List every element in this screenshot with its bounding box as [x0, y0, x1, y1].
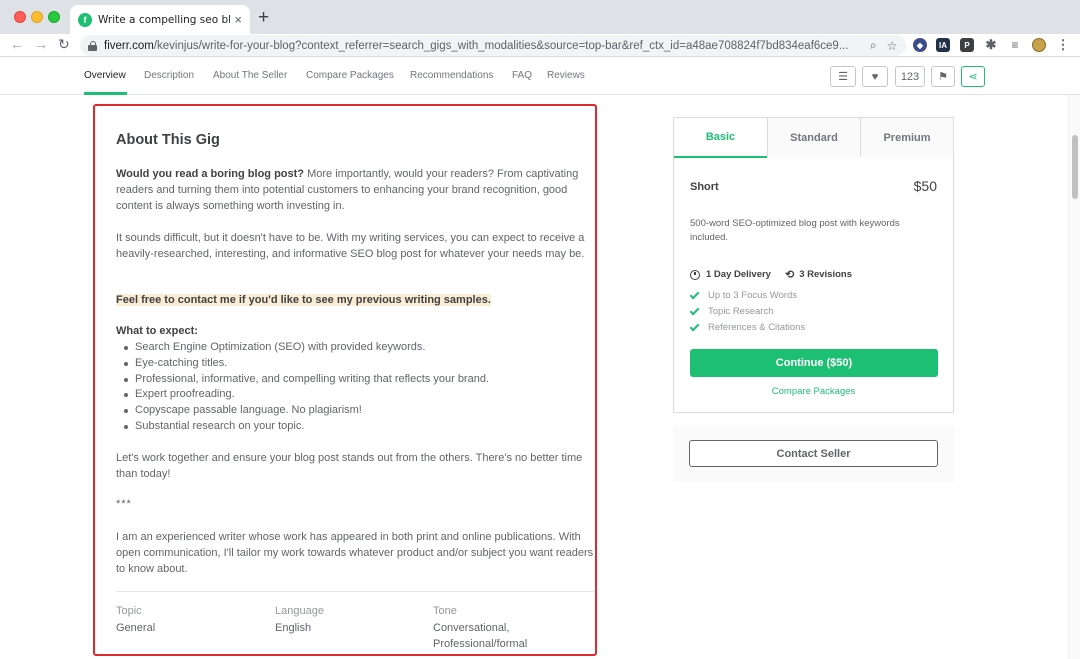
heart-icon[interactable]: ♥ [862, 66, 888, 87]
feature-item: Up to 3 Focus Words [689, 289, 797, 301]
gig-subnav: Overview Description About The Seller Co… [0, 57, 1080, 95]
list-item: Copyscape passable language. No plagiari… [124, 403, 585, 419]
contact-panel: Contact Seller [673, 427, 954, 482]
fiverr-favicon-icon: f [78, 12, 92, 27]
meta-language-label: Language [275, 605, 324, 617]
list-item: Eye-catching titles. [124, 356, 585, 372]
likes-count: 123 [895, 66, 925, 87]
tab-basic[interactable]: Basic [674, 118, 767, 158]
tab-title: Write a compelling seo blog po [98, 13, 230, 26]
highlighted-note: Feel free to contact me if you'd like to… [116, 294, 491, 306]
subnav-compare-packages[interactable]: Compare Packages [306, 70, 394, 81]
revisions-refresh-icon: ⟲ [784, 269, 795, 281]
browser-tab[interactable]: f Write a compelling seo blog po × [70, 5, 250, 34]
feature-item: References & Citations [689, 321, 805, 333]
subnav-recommendations[interactable]: Recommendations [410, 70, 493, 81]
lock-icon [88, 40, 97, 51]
zoom-search-icon[interactable]: ⌕ [870, 38, 877, 53]
share-icon[interactable]: ⋖ [961, 66, 985, 87]
compare-packages-link[interactable]: Compare Packages [674, 386, 953, 397]
meta-topic-label: Topic [116, 605, 142, 617]
meta-tone-label: Tone [433, 605, 457, 617]
about-gig-title: About This Gig [116, 132, 220, 148]
reload-icon[interactable]: ↻ [58, 36, 70, 53]
scrollbar-thumb[interactable] [1072, 135, 1078, 199]
clock-icon [690, 269, 700, 280]
intro-paragraph: Would you read a boring blog post? More … [116, 168, 579, 212]
forward-arrow-icon[interactable]: → [34, 36, 48, 52]
package-name: Short [690, 181, 719, 193]
contact-seller-button[interactable]: Contact Seller [689, 440, 938, 467]
close-tab-icon[interactable]: × [234, 12, 242, 27]
list-item: Search Engine Optimization (SEO) with pr… [124, 340, 585, 356]
browser-tab-bar: f Write a compelling seo blog po × + [0, 0, 1080, 34]
report-flag-icon[interactable]: ⚑ [931, 66, 955, 87]
back-arrow-icon[interactable]: ← [10, 36, 24, 52]
meta-tone-value: Conversational, Professional/formal [433, 622, 528, 650]
list-item: Substantial research on your topic. [124, 419, 585, 435]
extension-ia-icon[interactable]: IA [936, 38, 950, 52]
revisions-count: 3 Revisions [799, 269, 852, 280]
subnav-description[interactable]: Description [144, 70, 194, 81]
services-paragraph: It sounds difficult, but it doesn't have… [116, 232, 585, 260]
delivery-time: 1 Day Delivery [706, 269, 771, 280]
package-panel: Basic Standard Premium Short $50 500-wor… [673, 117, 954, 413]
meta-divider [116, 591, 594, 592]
extension-p-icon[interactable]: P [960, 38, 974, 52]
new-tab-icon[interactable]: + [258, 7, 269, 29]
active-tab-indicator [84, 92, 127, 95]
bookmark-star-icon[interactable]: ☆ [887, 39, 898, 53]
section-separator: *** [116, 498, 132, 510]
package-tabs: Basic Standard Premium [674, 118, 953, 158]
tab-premium[interactable]: Premium [860, 118, 953, 157]
close-window-button[interactable] [14, 11, 26, 23]
closing-paragraph: Let's work together and ensure your blog… [116, 452, 583, 480]
page-scrollbar[interactable] [1068, 95, 1080, 659]
list-menu-icon[interactable]: ☰ [830, 66, 856, 87]
list-item: Professional, informative, and compellin… [124, 372, 585, 388]
what-to-expect-heading: What to expect: [116, 325, 198, 337]
delivery-revisions-row: 1 Day Delivery ⟲ 3 Revisions [690, 268, 852, 281]
url-text[interactable]: fiverr.com/kevinjus/write-for-your-blog?… [104, 40, 860, 52]
check-icon [689, 305, 700, 315]
extensions-puzzle-icon[interactable]: ✱ [984, 37, 998, 52]
continue-button[interactable]: Continue ($50) [690, 349, 938, 377]
profile-avatar[interactable] [1032, 38, 1046, 52]
check-icon [689, 321, 700, 331]
meta-language-value: English [275, 622, 312, 634]
feature-item: Topic Research [689, 305, 773, 317]
experience-paragraph: I am an experienced writer whose work ha… [116, 531, 594, 575]
expect-list: Search Engine Optimization (SEO) with pr… [124, 340, 585, 435]
address-bar[interactable]: fiverr.com/kevinjus/write-for-your-blog?… [80, 35, 906, 56]
subnav-reviews[interactable]: Reviews [547, 70, 585, 81]
browser-toolbar: ← → ↻ fiverr.com/kevinjus/write-for-your… [0, 34, 1080, 57]
subnav-about-seller[interactable]: About The Seller [213, 70, 287, 81]
check-icon [689, 289, 700, 299]
subnav-overview[interactable]: Overview [84, 70, 126, 81]
tab-standard[interactable]: Standard [767, 118, 860, 157]
subnav-faq[interactable]: FAQ [512, 70, 532, 81]
samples-paragraph: Feel free to contact me if you'd like to… [116, 292, 596, 308]
browser-menu-icon[interactable]: ⋮ [1056, 37, 1070, 52]
zoom-window-button[interactable] [48, 11, 60, 23]
package-price: $50 [913, 178, 937, 194]
meta-topic-value: General [116, 622, 156, 634]
reading-list-icon[interactable]: ≡ [1008, 38, 1022, 52]
package-description: 500-word SEO-optimized blog post with ke… [690, 218, 900, 243]
list-item: Expert proofreading. [124, 387, 585, 403]
extension-compass-icon[interactable]: ◆ [913, 38, 927, 52]
minimize-window-button[interactable] [31, 11, 43, 23]
